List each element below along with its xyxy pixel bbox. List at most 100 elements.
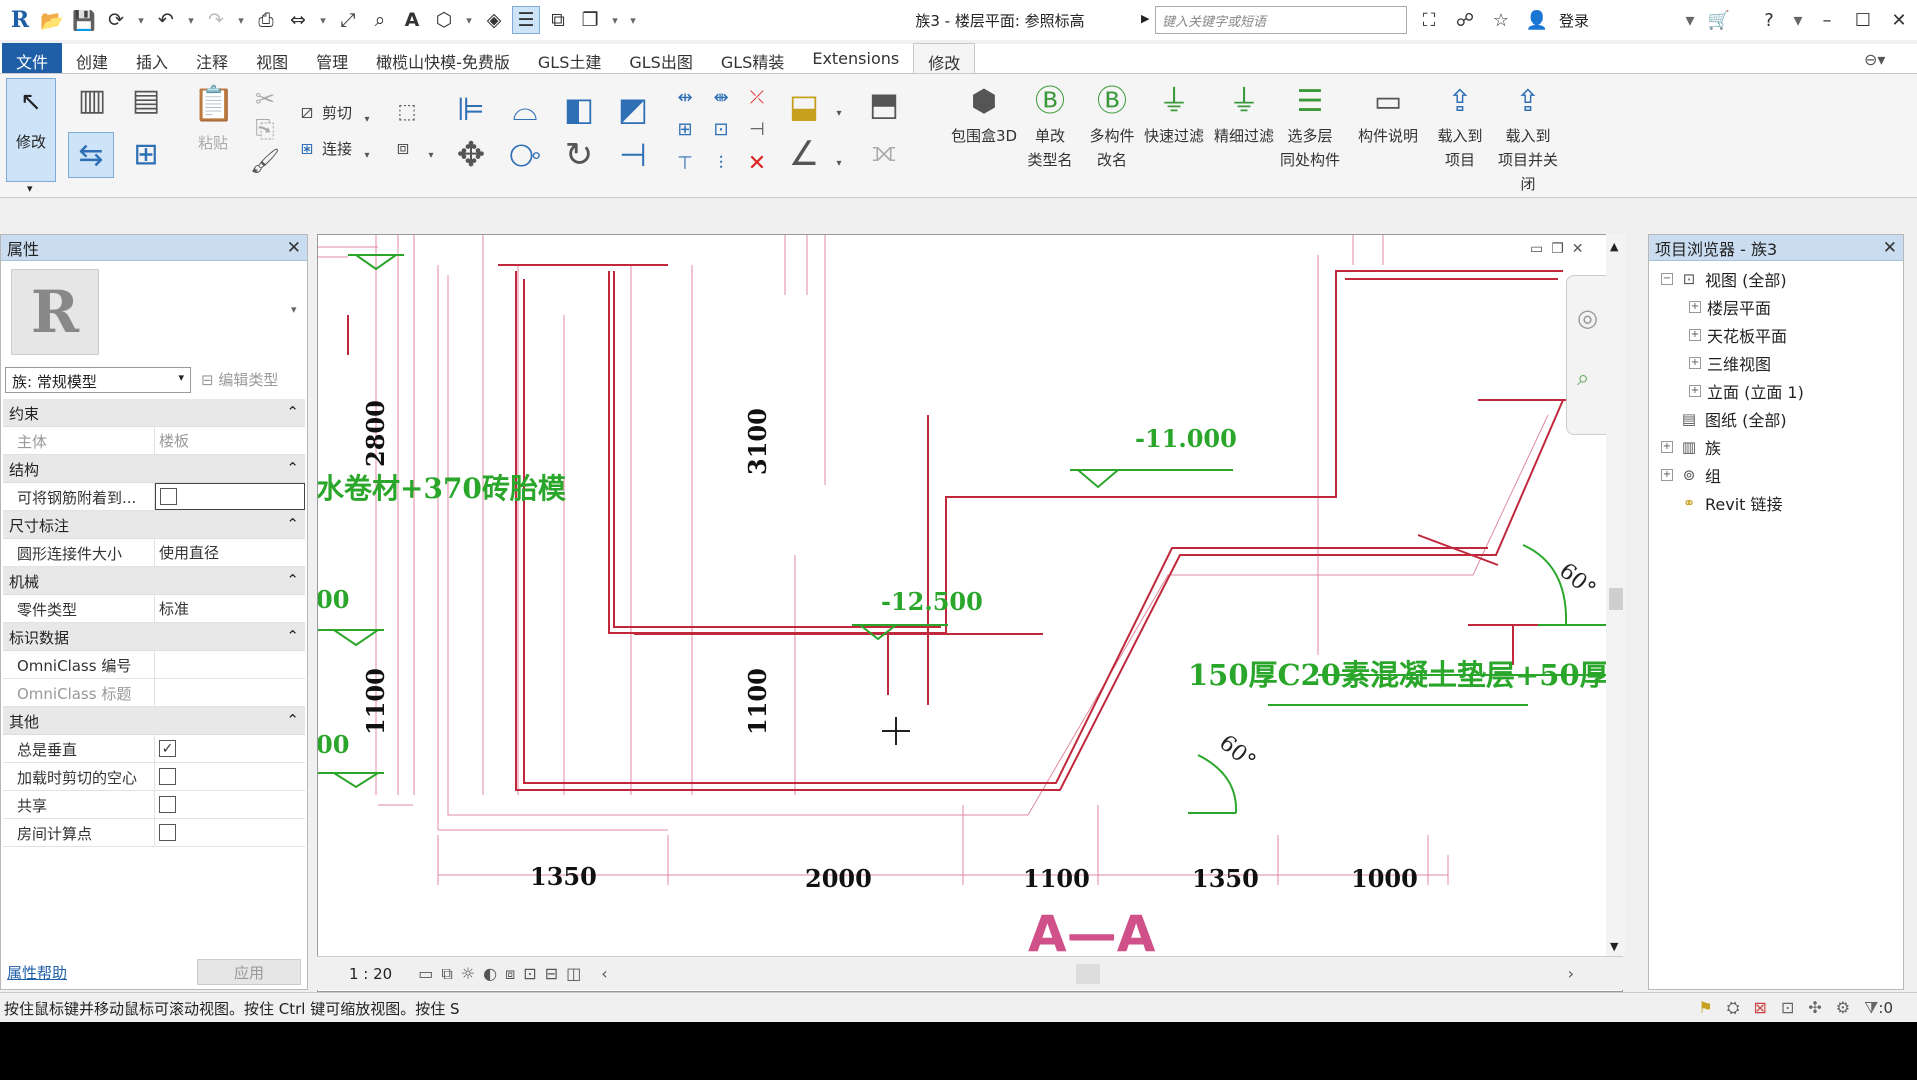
split-element-icon[interactable]: ⇹ [668, 80, 702, 114]
apply-button[interactable]: 应用 [197, 959, 301, 985]
property-checkbox[interactable]: ✓ [159, 740, 176, 757]
properties-help-link[interactable]: 属性帮助 [7, 962, 67, 983]
browser-node[interactable]: + 三维视图 [1661, 349, 1804, 377]
create-group-icon[interactable]: ⬒ [862, 82, 906, 126]
tab-10[interactable]: Extensions [798, 43, 913, 73]
pin-icon[interactable]: ⊣ [740, 112, 774, 146]
unpin-icon[interactable]: ⤫ [740, 80, 774, 114]
select-by-face-icon[interactable]: ⚙ [1836, 998, 1850, 1017]
chevron-down-icon[interactable]: ▾ [134, 6, 148, 34]
trim-extend-icon[interactable]: ⊣ [612, 134, 654, 176]
expand-icon[interactable]: + [1661, 441, 1673, 453]
trim-single-icon[interactable]: ⊤ [668, 146, 702, 180]
copy-icon[interactable]: ⎘ [248, 112, 282, 146]
browser-node[interactable]: − ⊡ 视图 (全部) [1661, 265, 1804, 293]
browser-node[interactable]: + ▥ 族 [1661, 433, 1804, 461]
property-group[interactable]: 结构 ⌃ [3, 455, 305, 483]
move-icon[interactable]: ✥ [450, 134, 492, 176]
subscription-icon[interactable]: ☍ [1451, 6, 1479, 34]
property-group[interactable]: 其他 ⌃ [3, 707, 305, 735]
switch-view-icon[interactable]: ⇆ [68, 132, 114, 178]
collapse-icon[interactable]: ⌃ [286, 571, 299, 590]
chevron-down-icon[interactable]: ▾ [27, 182, 33, 195]
expand-icon[interactable]: + [1689, 385, 1701, 397]
switch-window-icon[interactable]: ❐ [576, 6, 604, 34]
chevron-down-icon[interactable]: ▾ [832, 96, 846, 130]
vertical-scrollbar[interactable]: ▲ ▼ [1606, 234, 1626, 956]
ribbon-toggle-icon[interactable]: ⊖▾ [1864, 50, 1885, 69]
single-rename-button[interactable]: Ⓑ 单改 类型名 [1016, 80, 1084, 172]
align-icon[interactable]: ⊫ [450, 88, 492, 130]
redo-icon[interactable]: ↷ [202, 6, 230, 34]
angle-dimension-icon[interactable]: ∠ [782, 132, 826, 176]
restore-icon[interactable]: ❐ [1551, 241, 1564, 257]
cut-geometry-icon[interactable]: ⧄ [290, 94, 324, 128]
tag-icon[interactable]: ⌕ [366, 6, 394, 34]
property-checkbox[interactable] [160, 488, 177, 505]
tab-0[interactable]: 文件 [2, 43, 63, 73]
property-group[interactable]: 尺寸标注 ⌃ [3, 511, 305, 539]
chevron-down-icon[interactable]: ▾ [360, 102, 374, 136]
sun-path-icon[interactable]: ☼ [461, 964, 475, 983]
tab-8[interactable]: GLS出图 [615, 43, 706, 73]
search-input[interactable]: 键入关键字或短语 [1155, 6, 1407, 34]
collapse-icon[interactable]: − [1661, 273, 1673, 285]
bounding-box-3d-button[interactable]: ⬢ 包围盒3D [950, 80, 1018, 148]
select-links-icon[interactable]: ⊠ [1754, 998, 1767, 1017]
family-types-icon[interactable]: ▥ [72, 80, 112, 120]
scissors-icon[interactable]: ✂ [248, 82, 282, 116]
star-icon[interactable]: ☆ [1487, 6, 1515, 34]
maximize-icon[interactable]: ☐ [1845, 0, 1881, 40]
property-value[interactable] [155, 651, 305, 678]
text-icon[interactable]: A [398, 6, 426, 34]
chevron-down-icon[interactable]: ▼ [1610, 940, 1618, 953]
mirror-draw-icon[interactable]: ◩ [612, 88, 654, 130]
property-checkbox[interactable] [159, 796, 176, 813]
thin-lines-icon[interactable]: ☰ [512, 6, 540, 34]
collapse-icon[interactable]: ⌃ [286, 627, 299, 646]
horizontal-scroll-thumb[interactable] [1075, 963, 1100, 984]
chevron-right-icon[interactable]: › [1568, 964, 1574, 983]
close-hidden-icon[interactable]: ⧉ [544, 6, 572, 34]
filter-icon[interactable]: ⧩:0 [1864, 998, 1893, 1018]
collapse-icon[interactable]: ⌃ [286, 515, 299, 534]
component-desc-button[interactable]: ▭ 构件说明 [1354, 80, 1422, 148]
chevron-down-icon[interactable]: ▾ [1683, 6, 1697, 34]
close-icon[interactable]: ✕ [1883, 238, 1897, 258]
modify-button[interactable]: ↖ 修改 [6, 78, 56, 182]
property-checkbox[interactable] [159, 824, 176, 841]
multi-floor-select-button[interactable]: ☰ 选多层 同处构件 [1276, 80, 1344, 172]
revit-logo-icon[interactable]: R [6, 6, 34, 34]
chevron-down-icon[interactable]: ▾ [424, 138, 438, 172]
chevron-up-icon[interactable]: ▲ [1610, 240, 1618, 253]
dimension-icon[interactable]: ⤢ [334, 6, 362, 34]
rotate-icon[interactable]: ↻ [558, 134, 600, 176]
chevron-left-icon[interactable]: ‹ [601, 964, 607, 983]
cart-icon[interactable]: 🛒 [1705, 6, 1733, 34]
property-value[interactable]: 使用直径 [155, 539, 305, 566]
customize-icon[interactable]: ▾ [626, 6, 640, 34]
property-group[interactable]: 约束 ⌃ [3, 399, 305, 427]
chevron-down-icon[interactable]: ▾ [1791, 6, 1805, 34]
mirror-axis-icon[interactable]: ◧ [558, 88, 600, 130]
select-underlay-icon[interactable]: ⊡ [1781, 998, 1794, 1017]
type-selector[interactable]: 族: 常规模型 ▾ [5, 367, 191, 393]
chevron-down-icon[interactable]: ▾ [832, 146, 846, 180]
tab-2[interactable]: 插入 [122, 43, 182, 73]
binoculars-icon[interactable]: ⛶ [1415, 6, 1443, 34]
section-icon[interactable]: ◈ [480, 6, 508, 34]
close-icon[interactable]: ✕ [287, 238, 301, 258]
tab-1[interactable]: 创建 [62, 43, 122, 73]
copy-element-icon[interactable]: ⧂ [504, 134, 546, 176]
select-pinned-icon[interactable]: ✣ [1808, 998, 1821, 1017]
detail-level-icon[interactable]: ▭ [418, 964, 433, 983]
minimize-icon[interactable]: ▭ [1530, 241, 1543, 257]
measure-icon[interactable]: ⇔ [284, 6, 312, 34]
expand-icon[interactable]: + [1689, 301, 1701, 313]
trim-multiple-icon[interactable]: ⫶ [704, 146, 738, 180]
property-group[interactable]: 机械 ⌃ [3, 567, 305, 595]
visual-style-icon[interactable]: ⧉ [441, 964, 452, 984]
crop-view-icon[interactable]: ⧈ [505, 964, 515, 984]
property-checkbox[interactable] [159, 768, 176, 785]
family-category-icon[interactable]: ▤ [126, 80, 166, 120]
